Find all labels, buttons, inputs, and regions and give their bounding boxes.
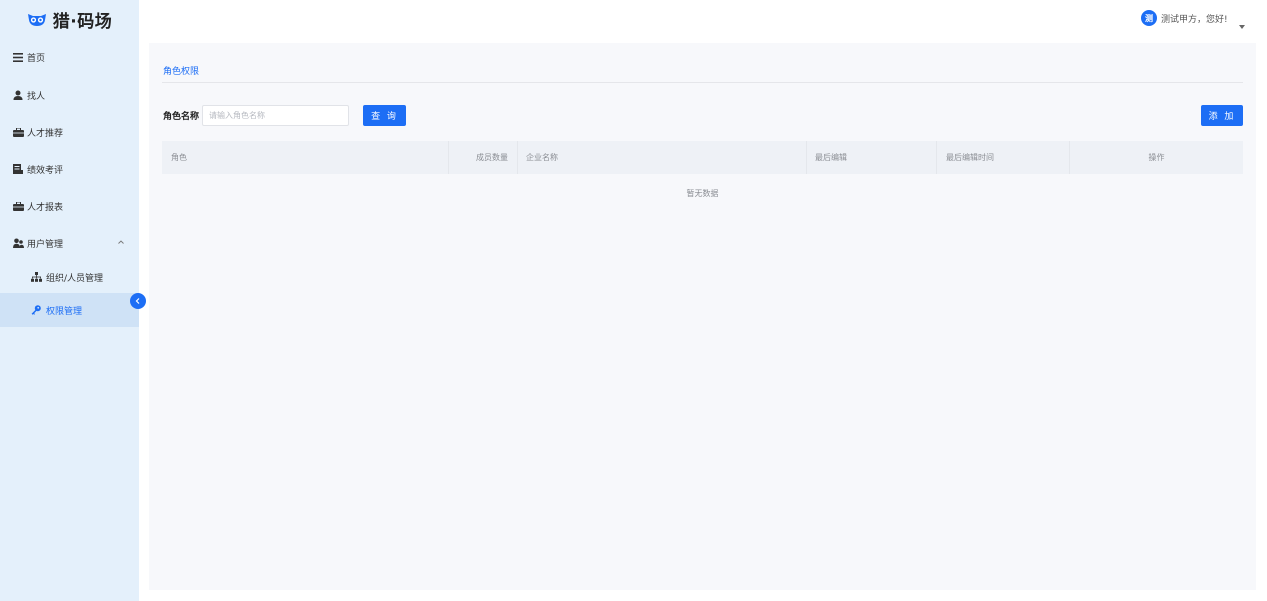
main-content: 角色权限 角色名称 查 询 添 加 角色 成员数量 企业名称 最后编辑 最后编辑… [149, 43, 1256, 590]
role-name-label: 角色名称 [163, 112, 200, 122]
column-header-role: 角色 [162, 141, 449, 174]
column-header-last-edit-time: 最后编辑时间 [937, 141, 1070, 174]
person-icon [12, 89, 24, 101]
briefcase-icon [12, 126, 24, 138]
avatar: 测 [1141, 10, 1157, 26]
roles-table: 角色 成员数量 企业名称 最后编辑 最后编辑时间 操作 暂无数据 [162, 141, 1243, 214]
chevron-up-icon [117, 238, 125, 246]
role-name-input[interactable] [202, 105, 349, 126]
column-header-last-editor: 最后编辑 [807, 141, 937, 174]
sidebar-item-label: 找人 [27, 91, 46, 102]
sidebar-item-permission-management[interactable]: 权限管理 [0, 293, 139, 327]
sidebar-item-talent-recommend[interactable]: 人才推荐 [0, 115, 139, 149]
table-empty-text: 暂无数据 [686, 189, 719, 198]
sidebar-item-performance[interactable]: 绩效考评 [0, 152, 139, 186]
logo-text: 猎·码场 [52, 11, 113, 32]
user-menu[interactable]: 测 测试甲方，您好! [1141, 7, 1246, 29]
sidebar-item-label: 人才推荐 [27, 128, 64, 139]
divider [162, 82, 1243, 83]
org-tree-icon [30, 271, 42, 283]
sidebar-item-talent-report[interactable]: 人才报表 [0, 189, 139, 223]
sidebar-item-user-management[interactable]: 用户管理 [0, 226, 139, 260]
key-icon [30, 304, 42, 316]
top-bar: 测 测试甲方，您好! [139, 0, 1267, 36]
logo[interactable]: 猎·码场 [0, 0, 139, 38]
breadcrumb[interactable]: 角色权限 [163, 64, 199, 77]
user-greeting: 测试甲方，您好! [1161, 14, 1228, 25]
column-header-member-count: 成员数量 [449, 141, 518, 174]
sidebar-item-label: 用户管理 [27, 239, 64, 250]
collapse-sidebar-button[interactable] [130, 293, 146, 309]
query-button[interactable]: 查 询 [363, 105, 406, 126]
add-button[interactable]: 添 加 [1201, 105, 1243, 126]
users-icon [12, 237, 24, 249]
menu-icon [12, 51, 24, 63]
chevron-left-icon [134, 297, 142, 305]
sidebar-item-label: 人才报表 [27, 202, 64, 213]
table-header: 角色 成员数量 企业名称 最后编辑 最后编辑时间 操作 [162, 141, 1243, 174]
briefcase-icon [12, 200, 24, 212]
sidebar-item-home[interactable]: 首页 [0, 40, 139, 74]
sidebar: 猎·码场 首页 找人 人才推荐 绩效考评 人才报表 用户管理 组织/人员管理 权… [0, 0, 139, 601]
column-header-actions: 操作 [1148, 153, 1165, 162]
sidebar-item-label: 绩效考评 [27, 165, 64, 176]
sidebar-item-find-people[interactable]: 找人 [0, 78, 139, 112]
owl-logo-icon [27, 12, 47, 26]
sidebar-item-label: 权限管理 [46, 306, 83, 317]
sidebar-item-label: 组织/人员管理 [46, 273, 104, 284]
sidebar-item-org-members[interactable]: 组织/人员管理 [0, 260, 139, 294]
column-header-company-name: 企业名称 [518, 141, 807, 174]
chart-icon [12, 163, 24, 175]
caret-down-icon [1238, 15, 1246, 29]
sidebar-item-label: 首页 [27, 53, 46, 64]
